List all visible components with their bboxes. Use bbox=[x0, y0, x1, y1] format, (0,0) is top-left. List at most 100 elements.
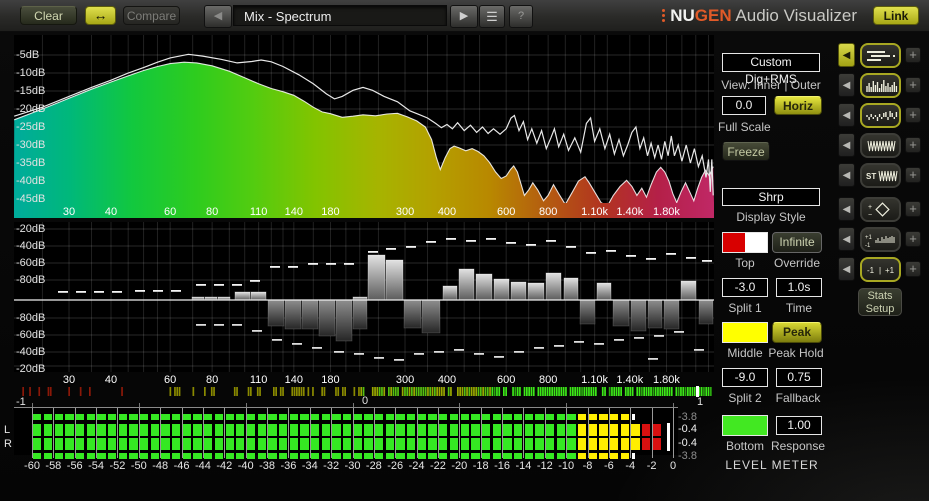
meter-segment bbox=[535, 438, 544, 450]
bars-db-label: -40dB bbox=[16, 346, 46, 358]
preset-slot-arrow[interactable]: ◀ bbox=[838, 197, 855, 221]
bars-db-label: -60dB bbox=[16, 257, 46, 269]
preset-view-button-stereo-icon[interactable]: ST bbox=[860, 163, 901, 188]
corr-mid-label: 0 bbox=[362, 395, 369, 407]
preset-add-icon[interactable]: + bbox=[905, 201, 921, 217]
preset-add-icon[interactable]: + bbox=[905, 261, 921, 277]
meter-segment bbox=[246, 438, 256, 450]
preset-add-icon[interactable]: + bbox=[905, 47, 921, 63]
meter-segment bbox=[246, 424, 256, 436]
svg-text:+: + bbox=[868, 204, 872, 211]
preset-view-button-histogram-icon[interactable] bbox=[860, 73, 901, 98]
meter-readout: -3.8 bbox=[678, 411, 697, 423]
meter-segment bbox=[556, 414, 565, 420]
preset-list-icon[interactable]: ☰ bbox=[479, 5, 505, 28]
preset-slot-arrow[interactable]: ◀ bbox=[838, 103, 855, 127]
meter-segment bbox=[75, 453, 85, 459]
meter-segment bbox=[588, 414, 598, 420]
meter-segment bbox=[214, 414, 224, 420]
preset-view-button-zigzag-icon[interactable] bbox=[860, 133, 901, 158]
meter-segment bbox=[289, 414, 298, 420]
meter-segment bbox=[204, 438, 213, 450]
meter-segment bbox=[268, 438, 277, 450]
meter-segment bbox=[86, 424, 95, 436]
svg-text:600: 600 bbox=[497, 206, 515, 218]
meter-segment bbox=[193, 414, 202, 420]
meter-segment bbox=[172, 414, 181, 420]
preset-name-field[interactable]: Mix - Spectrum bbox=[233, 5, 447, 26]
preset-slot-arrow[interactable]: ◀ bbox=[838, 257, 855, 281]
meter-segment bbox=[610, 414, 619, 420]
display-style-label: Display Style bbox=[736, 210, 806, 224]
meter-segment bbox=[652, 424, 662, 436]
freeze-button[interactable]: Freeze bbox=[722, 142, 770, 161]
preset-slot-arrow[interactable]: ◀ bbox=[838, 73, 855, 97]
meter-segment bbox=[449, 414, 459, 420]
toolbar: Clear ↔ Compare ◀ Mix - Spectrum ▶ ☰ ? N… bbox=[0, 0, 929, 32]
meter-segment bbox=[642, 438, 651, 450]
preset-slot-arrow[interactable]: ◀ bbox=[838, 43, 855, 67]
infinite-button[interactable]: Infinite bbox=[772, 232, 822, 253]
preset-view-button-corr-meter-icon[interactable]: -1 | +1 bbox=[860, 257, 901, 282]
meter-segment bbox=[460, 424, 469, 436]
preset-add-icon[interactable]: + bbox=[905, 77, 921, 93]
meter-segment bbox=[460, 438, 469, 450]
meter-ruler-tick bbox=[138, 403, 140, 407]
meter-ruler-tick bbox=[566, 403, 568, 407]
split1-value[interactable]: -3.0 bbox=[722, 278, 768, 297]
help-icon[interactable]: ? bbox=[509, 5, 533, 28]
meter-segment bbox=[375, 438, 384, 450]
clear-button[interactable]: Clear bbox=[20, 6, 77, 25]
peak-hold-button[interactable]: Peak bbox=[772, 322, 822, 343]
meter-mode-box[interactable]: Custom Dig+RMS bbox=[722, 53, 820, 86]
meter-segment bbox=[385, 414, 395, 420]
meter-segment bbox=[182, 414, 192, 420]
link-button[interactable]: Link bbox=[873, 6, 919, 25]
preset-add-icon[interactable]: + bbox=[905, 231, 921, 247]
meter-segment bbox=[310, 414, 320, 420]
preset-slot-arrow[interactable]: ◀ bbox=[838, 227, 855, 251]
horiz-button[interactable]: Horiz bbox=[774, 96, 822, 115]
meter-segment bbox=[578, 453, 587, 459]
preset-view-button-corr-history-icon[interactable]: +1 -1 bbox=[860, 227, 901, 252]
display-style-box[interactable]: Shrp bbox=[722, 188, 820, 206]
stats-setup-button[interactable]: Stats Setup bbox=[858, 288, 902, 316]
compare-button[interactable]: Compare bbox=[123, 6, 180, 25]
meter-segment bbox=[471, 414, 480, 420]
meter-segment bbox=[97, 414, 106, 420]
meter-segment bbox=[503, 414, 512, 420]
svg-text:1.80k: 1.80k bbox=[653, 206, 680, 218]
meter-segment bbox=[107, 453, 117, 459]
preset-view-button-spectrum-lines-icon[interactable] bbox=[860, 43, 901, 68]
bars-db-label: -40dB bbox=[16, 240, 46, 252]
swap-arrows-icon[interactable]: ↔ bbox=[85, 6, 116, 25]
meter-segment bbox=[492, 414, 501, 420]
preset-add-icon[interactable]: + bbox=[905, 107, 921, 123]
preset-add-icon[interactable]: + bbox=[905, 137, 921, 153]
preset-slot-arrow[interactable]: ◀ bbox=[838, 133, 855, 157]
plugin-window: Clear ↔ Compare ◀ Mix - Spectrum ▶ ☰ ? N… bbox=[0, 0, 929, 501]
time-value[interactable]: 1.0s bbox=[776, 278, 822, 297]
top-color-swatch[interactable] bbox=[722, 232, 768, 253]
full-scale-value[interactable]: 0.0 bbox=[722, 96, 766, 115]
fallback-value[interactable]: 0.75 bbox=[776, 368, 822, 387]
split2-value[interactable]: -9.0 bbox=[722, 368, 768, 387]
meter-segment bbox=[503, 424, 512, 436]
meter-segment bbox=[620, 453, 630, 459]
preset-add-icon[interactable]: + bbox=[905, 167, 921, 183]
preset-slot-arrow[interactable]: ◀ bbox=[838, 163, 855, 187]
meter-segment bbox=[396, 453, 405, 459]
response-value[interactable]: 1.00 bbox=[776, 416, 822, 435]
bottom-color-swatch[interactable] bbox=[722, 415, 768, 436]
middle-color-swatch[interactable] bbox=[722, 322, 768, 343]
meter-segment bbox=[107, 438, 117, 450]
meter-segment bbox=[460, 414, 469, 420]
preset-next-icon[interactable]: ▶ bbox=[450, 5, 478, 28]
svg-text:30: 30 bbox=[63, 206, 75, 218]
meter-segment bbox=[364, 438, 373, 450]
preset-view-button-vectorscope-icon[interactable]: + − bbox=[860, 197, 901, 222]
meter-segment bbox=[385, 424, 395, 436]
preset-prev-icon[interactable]: ◀ bbox=[204, 5, 232, 28]
meter-segment bbox=[567, 438, 576, 450]
preset-view-button-waveform-icon[interactable] bbox=[860, 103, 901, 128]
